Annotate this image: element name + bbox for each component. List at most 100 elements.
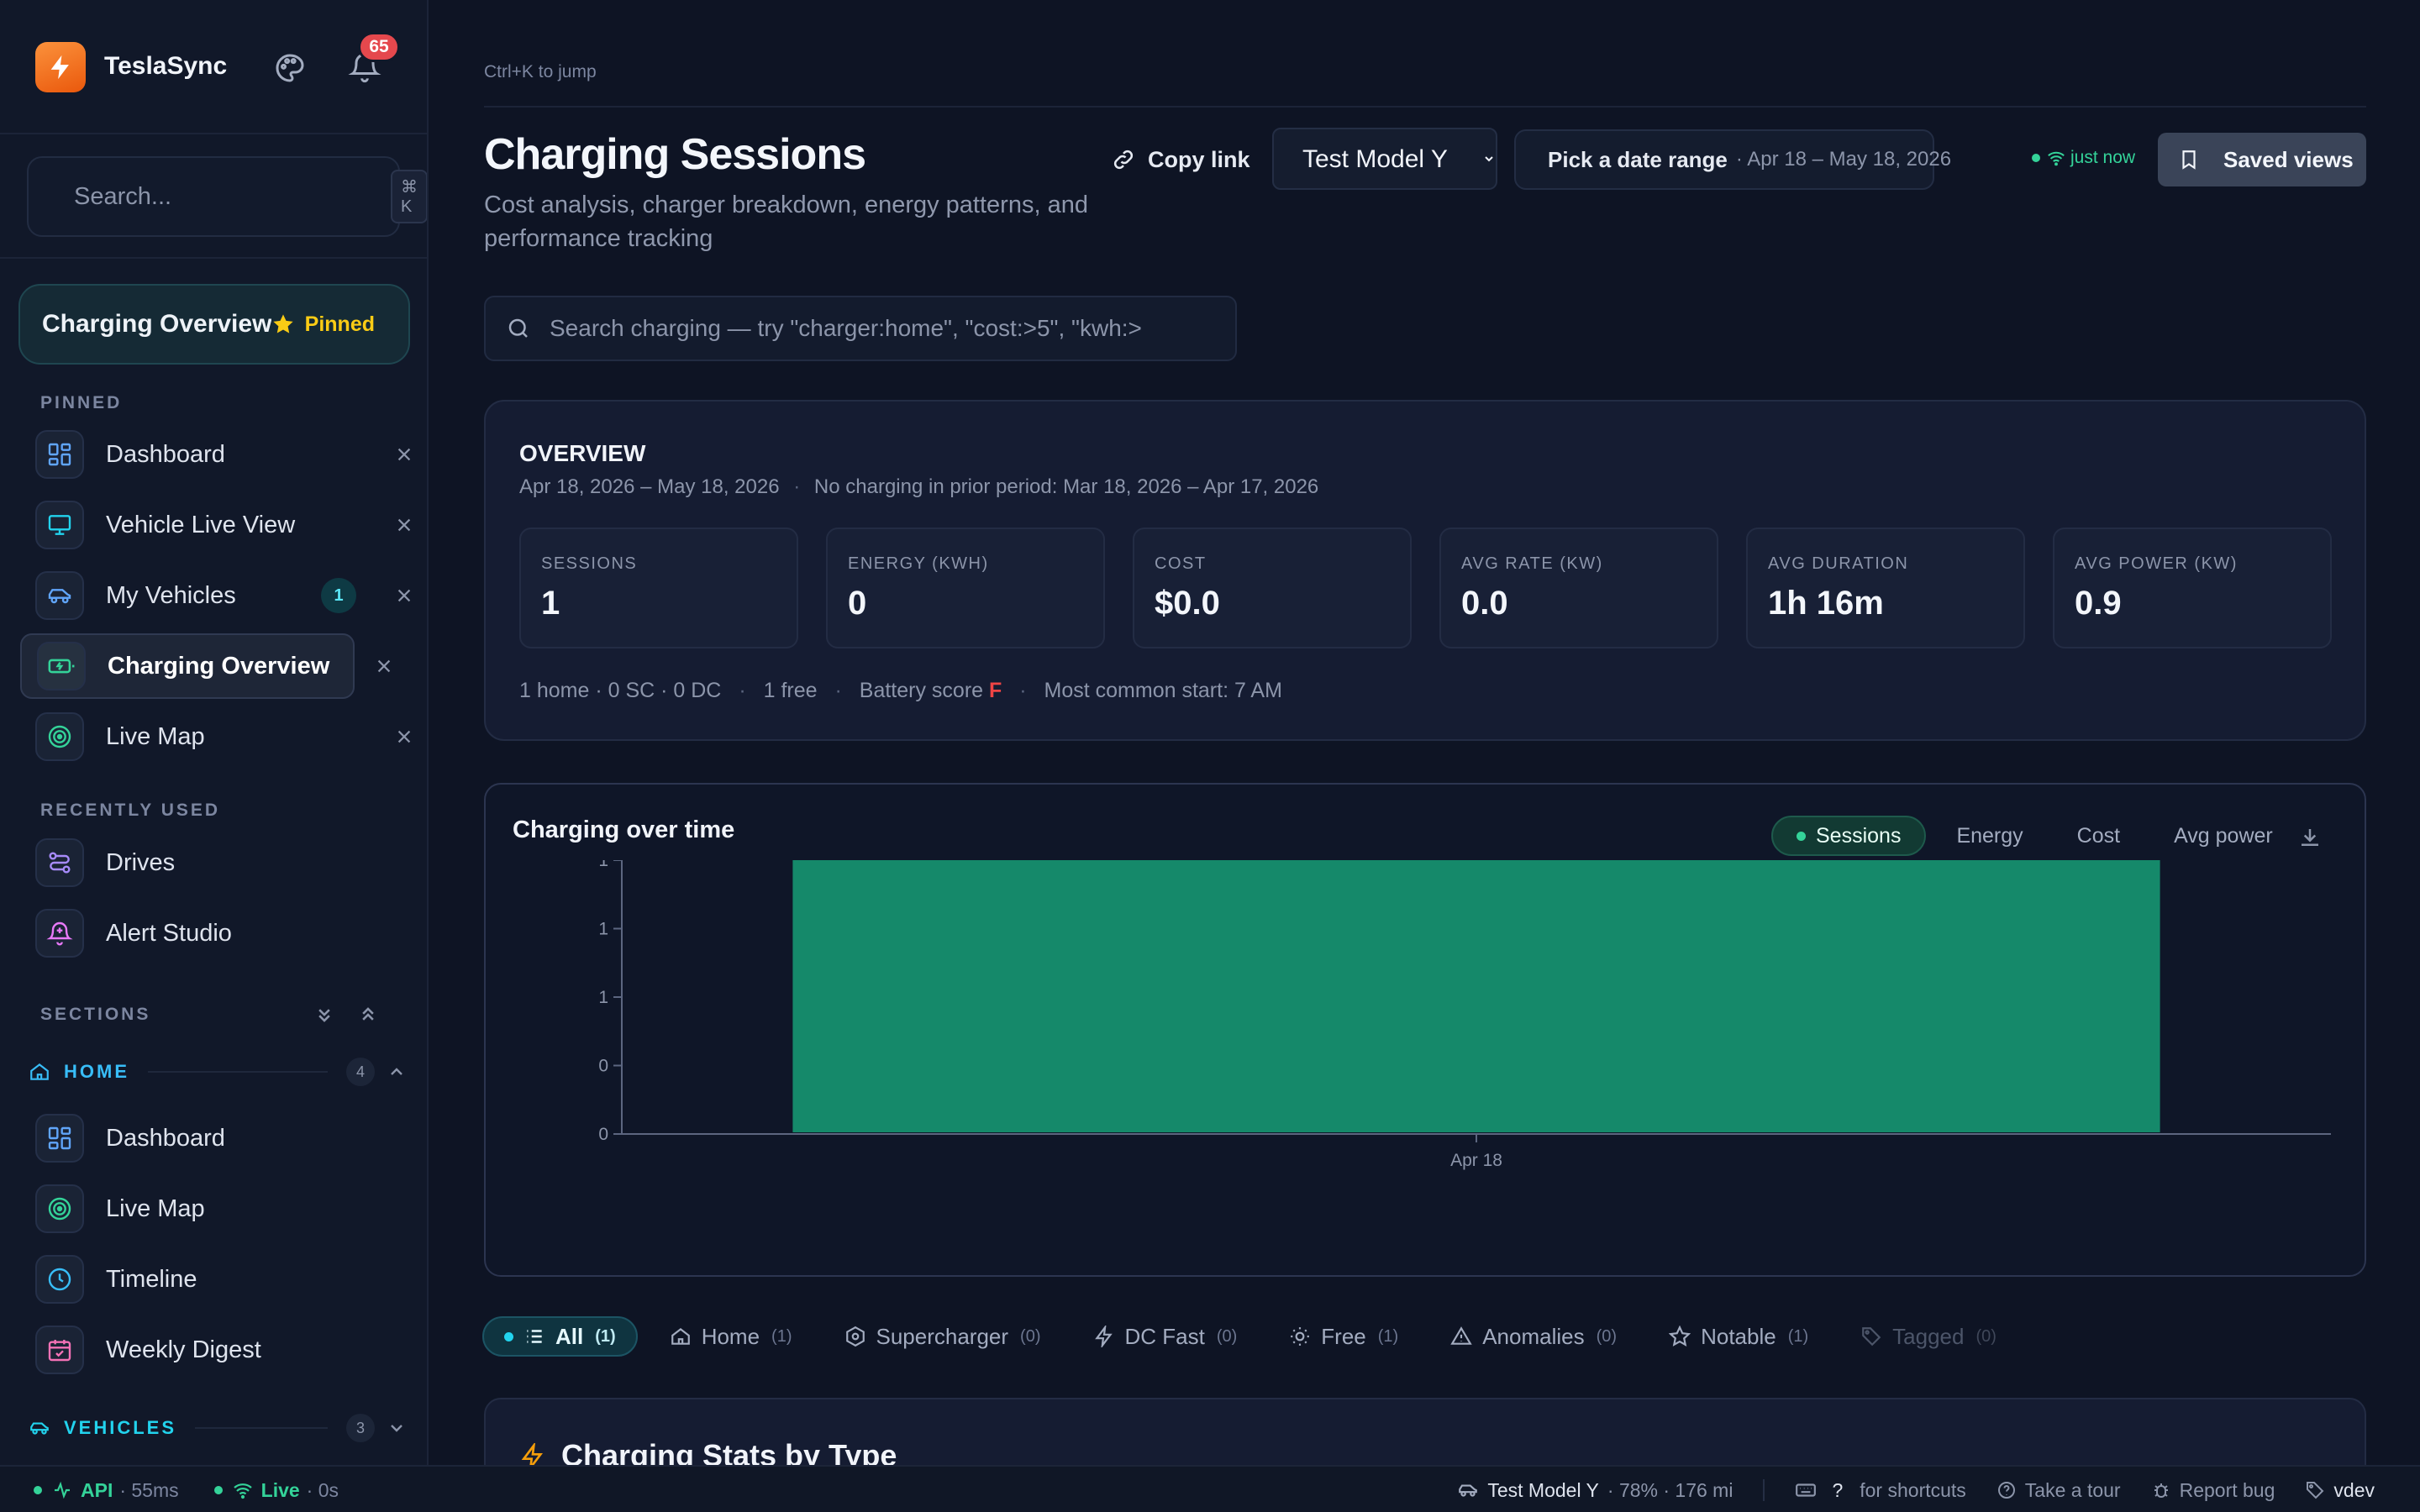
unpin-dashboard-button[interactable] xyxy=(392,442,417,467)
tab-energy[interactable]: Energy xyxy=(1933,816,2046,856)
collapse-all-button[interactable] xyxy=(313,1003,336,1026)
take-tour-button[interactable]: Take a tour xyxy=(1996,1479,2121,1502)
stat-energy: ENERGY (KWH) 0 xyxy=(826,528,1105,648)
report-bug-button[interactable]: Report bug xyxy=(2151,1479,2275,1502)
current-page-card[interactable]: Charging Overview Pinned xyxy=(18,284,410,365)
filter-supercharger[interactable]: Supercharger (0) xyxy=(824,1316,1061,1357)
car-icon xyxy=(35,571,84,620)
monitor-icon xyxy=(35,501,84,549)
stat-label: ENERGY (KWH) xyxy=(848,554,989,573)
filter-notable[interactable]: Notable (1) xyxy=(1649,1316,1828,1357)
search-shortcut-hint: ⌘ K xyxy=(391,170,427,223)
sidebar-search-input[interactable] xyxy=(74,182,391,211)
nav-label: Vehicle Live View xyxy=(106,511,296,538)
stat-avg-power: AVG POWER (KW) 0.9 xyxy=(2053,528,2332,648)
help-circle-icon xyxy=(1997,1482,2015,1499)
section-divider xyxy=(148,1071,328,1073)
clock-icon xyxy=(35,1255,84,1304)
session-filters: All (1) Home (1) Supercharger (0) DC Fas… xyxy=(482,1315,2028,1357)
status-vehicle[interactable]: Test Model Y · 78% · 176 mi xyxy=(1457,1479,1733,1502)
vehicle-select[interactable]: Test Model Y xyxy=(1272,128,1497,190)
section-vehicles-header[interactable]: VEHICLES 3 xyxy=(29,1411,407,1445)
chevron-down-icon xyxy=(391,1425,402,1432)
live-dot xyxy=(2032,154,2040,162)
palette-icon xyxy=(276,54,304,82)
overview-range-dates: Apr 18, 2026 – May 18, 2026 xyxy=(519,475,780,498)
page-title: Charging Sessions xyxy=(484,130,866,179)
filter-all[interactable]: All (1) xyxy=(482,1316,638,1357)
recent-item-alert-studio[interactable]: Alert Studio xyxy=(20,900,407,966)
filter-free[interactable]: Free (1) xyxy=(1269,1316,1418,1357)
tab-sessions[interactable]: Sessions xyxy=(1771,816,1927,856)
stat-value: 0.0 xyxy=(1461,585,1508,622)
pinned-indicator[interactable]: Pinned xyxy=(271,312,375,337)
overview-card: OVERVIEW Apr 18, 2026 – May 18, 2026 · N… xyxy=(484,400,2366,741)
download-chart-button[interactable] xyxy=(2297,825,2323,850)
take-tour-label: Take a tour xyxy=(2024,1478,2121,1501)
pinned-item-charging-overview[interactable]: Charging Overview xyxy=(20,633,355,699)
section-home-header[interactable]: HOME 4 xyxy=(29,1055,407,1089)
app-logo[interactable] xyxy=(35,42,86,92)
recent-item-drives[interactable]: Drives xyxy=(20,830,407,895)
filter-anomalies[interactable]: Anomalies (0) xyxy=(1430,1316,1637,1357)
section-divider xyxy=(195,1427,328,1429)
env-label: vdev xyxy=(2333,1478,2375,1501)
unpin-live-map-button[interactable] xyxy=(392,724,417,749)
filter-label: Tagged xyxy=(1892,1323,1965,1349)
api-label: API xyxy=(81,1478,113,1501)
unpin-vehicle-live-view-button[interactable] xyxy=(392,512,417,538)
stat-value: 1h 16m xyxy=(1768,585,1884,622)
status-bar: API · 55ms Live · 0s Test Model Y · 78% … xyxy=(0,1465,2420,1512)
app-name: TeslaSync xyxy=(104,52,228,80)
saved-views-button[interactable]: Saved views xyxy=(2158,133,2366,186)
stat-value: 0 xyxy=(848,585,867,622)
calendar-check-icon xyxy=(35,1326,84,1374)
pinned-item-live-map[interactable]: Live Map xyxy=(20,704,411,769)
keyboard-icon xyxy=(1796,1483,1817,1497)
home-item-weekly-digest[interactable]: Weekly Digest xyxy=(20,1317,407,1383)
sun-icon xyxy=(1291,1327,1310,1346)
chevrons-down-icon xyxy=(318,1009,330,1022)
copy-link-button[interactable]: Copy link xyxy=(1111,143,1250,176)
dashboard-icon xyxy=(35,430,84,479)
expand-all-button[interactable] xyxy=(356,1003,380,1026)
home-item-timeline[interactable]: Timeline xyxy=(20,1247,407,1312)
api-status-dot xyxy=(34,1486,42,1494)
close-icon xyxy=(397,448,411,461)
battery-score-label: Battery score xyxy=(859,679,984,702)
filter-tagged[interactable]: Tagged (0) xyxy=(1840,1316,2017,1357)
shortcuts-hint[interactable]: ? for shortcuts xyxy=(1795,1479,1966,1502)
nav-label: Weekly Digest xyxy=(106,1336,261,1363)
pinned-item-vehicle-live-view[interactable]: Vehicle Live View xyxy=(20,492,411,558)
charging-search[interactable] xyxy=(484,296,1237,361)
stat-label: SESSIONS xyxy=(541,554,638,573)
home-item-live-map[interactable]: Live Map xyxy=(20,1176,407,1242)
charging-search-input[interactable] xyxy=(550,315,1235,342)
tab-avg-power[interactable]: Avg power xyxy=(2150,816,2296,856)
section-vehicles-label: VEHICLES xyxy=(64,1417,177,1438)
search-icon xyxy=(508,318,528,338)
unpin-charging-overview-button[interactable] xyxy=(371,654,397,679)
star-icon xyxy=(1669,1326,1691,1347)
bolt-icon xyxy=(1094,1326,1113,1347)
separator: · xyxy=(834,679,842,702)
sidebar-search[interactable]: ⌘ K xyxy=(27,156,427,237)
tab-label: Cost xyxy=(2076,823,2121,848)
pinned-item-my-vehicles[interactable]: My Vehicles 1 xyxy=(20,563,411,628)
theme-button[interactable] xyxy=(271,49,309,87)
unpin-my-vehicles-button[interactable] xyxy=(392,583,417,608)
filter-dc-fast[interactable]: DC Fast (0) xyxy=(1073,1316,1258,1357)
pinned-item-dashboard[interactable]: Dashboard xyxy=(20,422,411,487)
filter-count: (0) xyxy=(1975,1326,1996,1346)
tab-cost[interactable]: Cost xyxy=(2054,816,2144,856)
bookmark-icon xyxy=(2182,150,2196,170)
date-range-picker[interactable]: Pick a date range · Apr 18 – May 18, 202… xyxy=(1514,129,1951,190)
list-icon xyxy=(527,1330,542,1343)
overview-range: Apr 18, 2026 – May 18, 2026 · No chargin… xyxy=(519,475,1318,499)
nav-label: Live Map xyxy=(106,722,205,750)
filter-label: Supercharger xyxy=(876,1323,1009,1349)
link-icon xyxy=(1113,150,1134,170)
home-item-dashboard[interactable]: Dashboard xyxy=(20,1105,407,1171)
filter-home[interactable]: Home (1) xyxy=(650,1316,813,1357)
car-icon xyxy=(30,1422,49,1435)
